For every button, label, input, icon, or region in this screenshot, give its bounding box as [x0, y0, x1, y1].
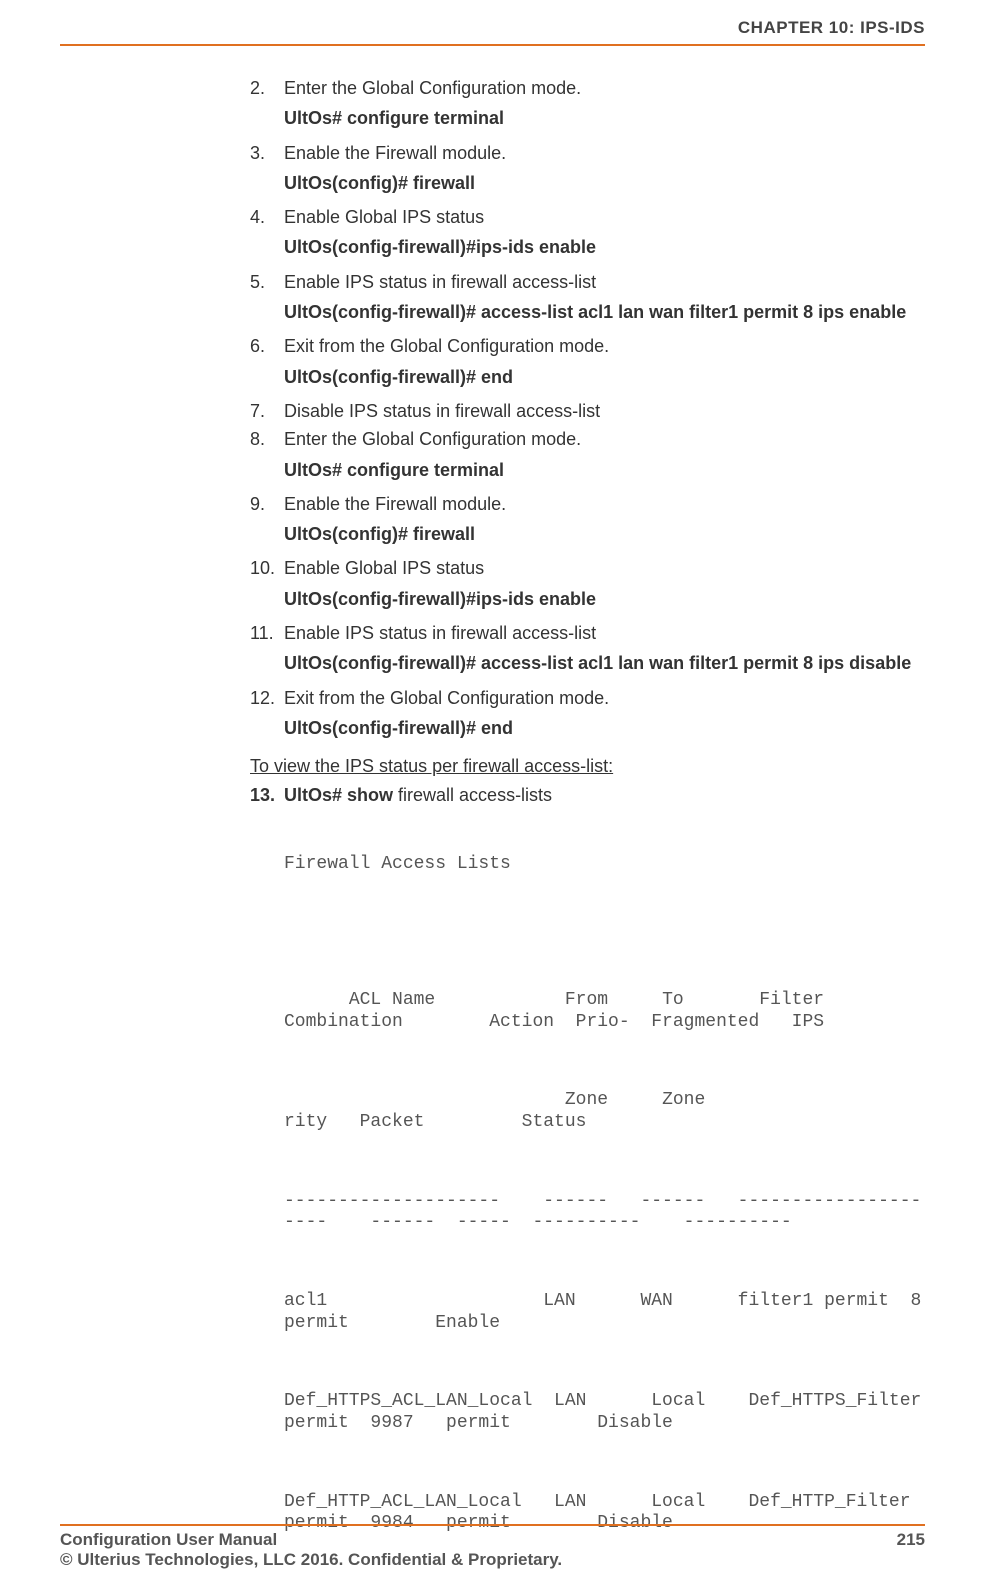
step-number: 3.: [250, 141, 284, 202]
step-9: 9. Enable the Firewall module. UltOs(con…: [250, 492, 925, 553]
step-command: UltOs(config-firewall)# end: [284, 716, 925, 740]
step-text: Enter the Global Configuration mode.: [284, 76, 925, 100]
output-row-https: Def_HTTPS_ACL_LAN_Local LAN Local Def_HT…: [284, 1391, 925, 1434]
step-12: 12. Exit from the Global Configuration m…: [250, 686, 925, 747]
page-number: 215: [897, 1530, 925, 1550]
step-number: 11.: [250, 621, 284, 682]
step-11: 11. Enable IPS status in firewall access…: [250, 621, 925, 682]
step-number: 13.: [250, 783, 284, 807]
output-header-2: Zone Zone rity Packet Status: [284, 1090, 925, 1133]
step-2: 2. Enter the Global Configuration mode. …: [250, 76, 925, 137]
step-command: UltOs(config-firewall)# access-list acl1…: [284, 300, 925, 324]
step-13: 13. UltOs# show firewall access-lists: [250, 783, 925, 807]
footer-rule: [60, 1524, 925, 1526]
step-command: UltOs# configure terminal: [284, 458, 925, 482]
step-7: 7. Disable IPS status in firewall access…: [250, 399, 925, 423]
page-header: CHAPTER 10: IPS-IDS: [60, 0, 925, 38]
output-header-1: ACL Name From To Filter Combination Acti…: [284, 990, 925, 1033]
step-command-prefix: UltOs# show: [284, 785, 393, 805]
step-command: UltOs(config-firewall)#ips-ids enable: [284, 235, 925, 259]
step-text: Enable the Firewall module.: [284, 492, 925, 516]
step-number: 6.: [250, 334, 284, 395]
step-command: UltOs# configure terminal: [284, 106, 925, 130]
footer-copyright: © Ulterius Technologies, LLC 2016. Confi…: [60, 1550, 925, 1570]
step-command: UltOs(config)# firewall: [284, 522, 925, 546]
step-number: 8.: [250, 427, 284, 488]
step-command: UltOs(config-firewall)# access-list acl1…: [284, 651, 925, 675]
page-footer: Configuration User Manual 215 © Ulterius…: [60, 1524, 925, 1570]
output-row-acl1: acl1 LAN WAN filter1 permit 8 permit Ena…: [284, 1291, 925, 1334]
step-text: Enable Global IPS status: [284, 205, 925, 229]
step-number: 4.: [250, 205, 284, 266]
step-number: 5.: [250, 270, 284, 331]
step-6: 6. Exit from the Global Configuration mo…: [250, 334, 925, 395]
step-text: Exit from the Global Configuration mode.: [284, 686, 925, 710]
step-8: 8. Enter the Global Configuration mode. …: [250, 427, 925, 488]
step-number: 7.: [250, 399, 284, 423]
step-text: Enable IPS status in firewall access-lis…: [284, 270, 925, 294]
step-5: 5. Enable IPS status in firewall access-…: [250, 270, 925, 331]
step-text: Enable Global IPS status: [284, 556, 925, 580]
step-command: UltOs(config-firewall)# end: [284, 365, 925, 389]
step-number: 9.: [250, 492, 284, 553]
step-command: UltOs(config)# firewall: [284, 171, 925, 195]
output-separator: -------------------- ------ ------ -----…: [284, 1191, 925, 1234]
step-text: Disable IPS status in firewall access-li…: [284, 399, 925, 423]
step-number: 2.: [250, 76, 284, 137]
step-number: 12.: [250, 686, 284, 747]
step-text: Enable IPS status in firewall access-lis…: [284, 621, 925, 645]
step-text: Enter the Global Configuration mode.: [284, 427, 925, 451]
step-command: UltOs(config-firewall)#ips-ids enable: [284, 587, 925, 611]
terminal-output: Firewall Access Lists ACL Name From To F…: [284, 811, 925, 1592]
step-text: Exit from the Global Configuration mode.: [284, 334, 925, 358]
view-heading: To view the IPS status per firewall acce…: [250, 754, 925, 778]
step-4: 4. Enable Global IPS status UltOs(config…: [250, 205, 925, 266]
output-title: Firewall Access Lists: [284, 854, 925, 876]
content-area: 2. Enter the Global Configuration mode. …: [60, 46, 925, 1592]
step-number: 10.: [250, 556, 284, 617]
footer-title: Configuration User Manual: [60, 1530, 277, 1550]
step-3: 3. Enable the Firewall module. UltOs(con…: [250, 141, 925, 202]
step-text: Enable the Firewall module.: [284, 141, 925, 165]
step-command-suffix: firewall access-lists: [393, 785, 552, 805]
step-10: 10. Enable Global IPS status UltOs(confi…: [250, 556, 925, 617]
